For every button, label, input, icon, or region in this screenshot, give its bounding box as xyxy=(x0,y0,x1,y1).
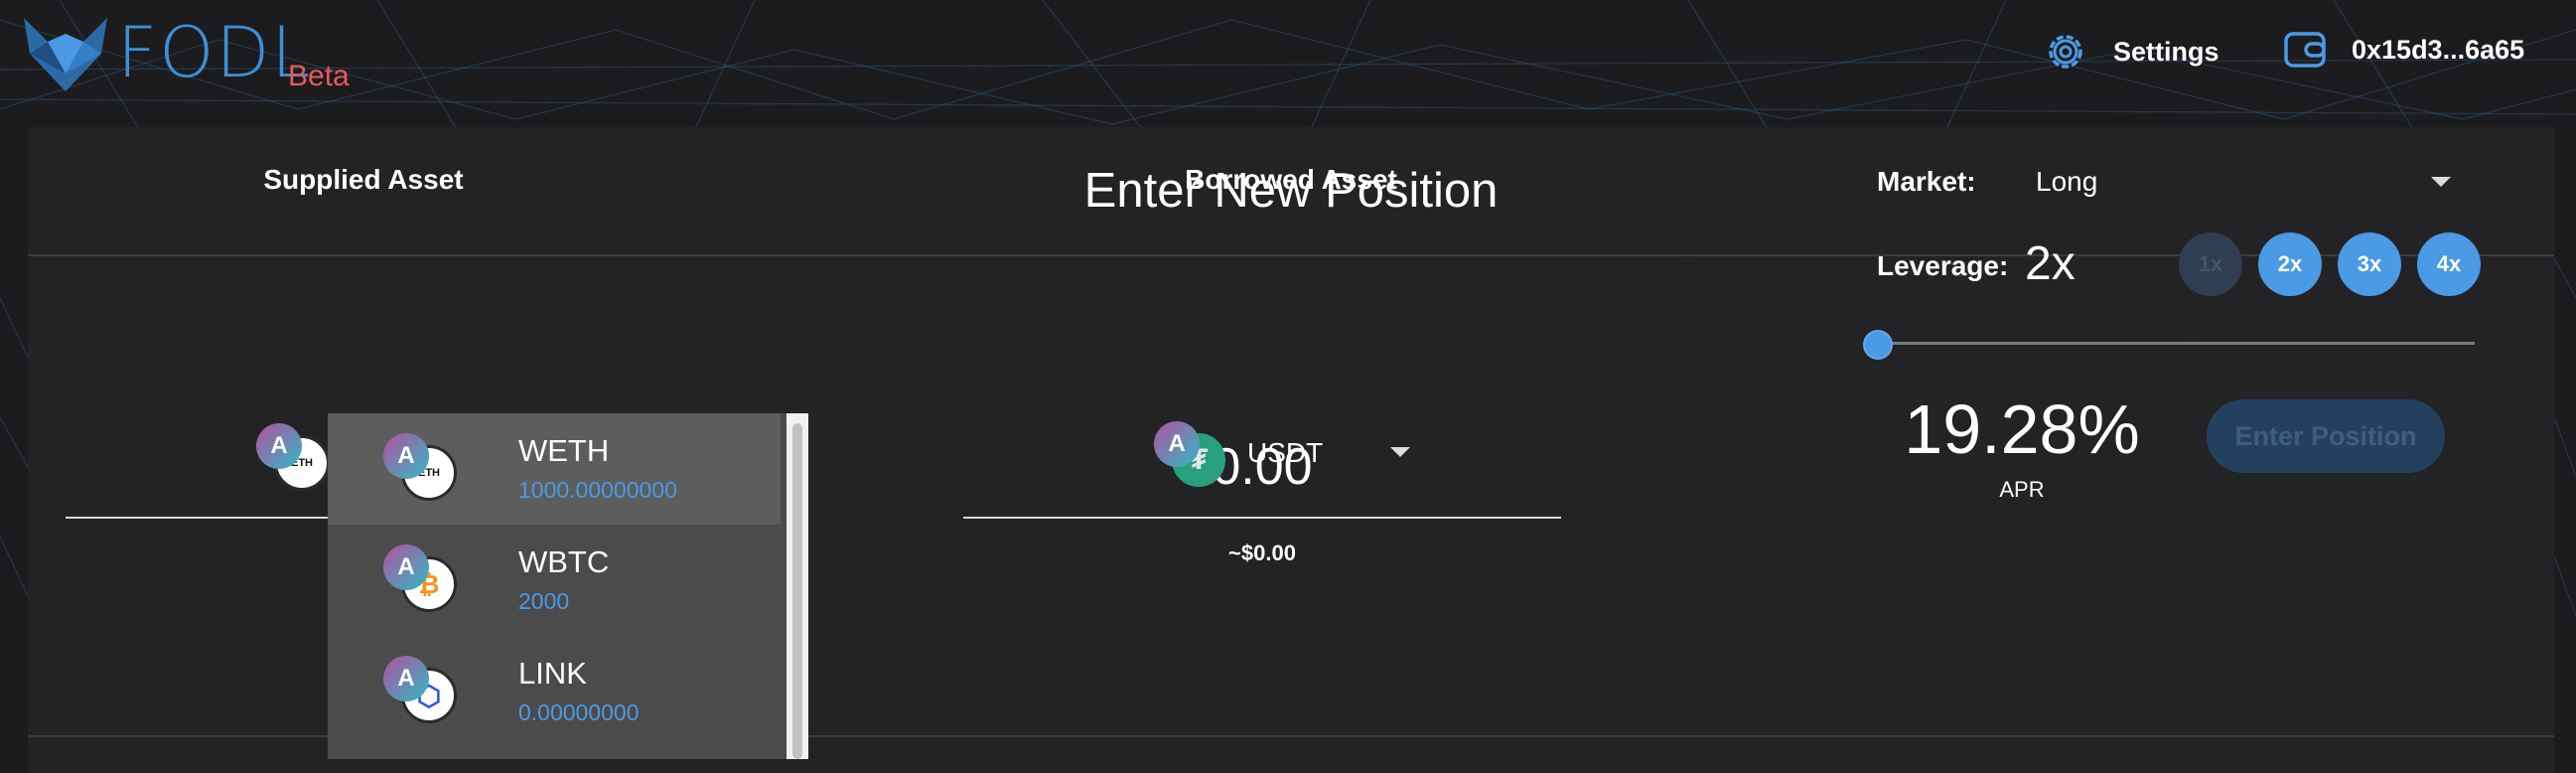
dropdown-item-name: WBTC xyxy=(518,544,610,579)
logo-wordmark: FODL xyxy=(117,12,313,93)
borrowed-amount-input[interactable]: 0.00 xyxy=(963,437,1561,497)
dropdown-item-name: LINK xyxy=(518,656,587,691)
link-coin-pair: A ⬡ xyxy=(383,656,463,725)
apr-label: APR xyxy=(1999,477,2045,502)
leverage-2x-button[interactable]: 2x xyxy=(2258,232,2322,296)
fodl-fox-logo xyxy=(24,18,107,91)
aave-icon: A xyxy=(383,656,429,701)
wallet-address: 0x15d3...6a65 xyxy=(2352,34,2525,65)
weth-coin-pair: A ETH xyxy=(383,433,463,503)
dropdown-item-balance: 1000.00000000 xyxy=(518,477,677,503)
dropdown-item-wbtc[interactable]: A ₿ WBTC 2000 xyxy=(328,525,781,636)
dropdown-scrollbar-thumb[interactable] xyxy=(792,423,802,759)
gear-icon xyxy=(2049,35,2082,69)
market-select[interactable]: Long xyxy=(2036,166,2097,198)
borrowed-asset-label: Borrowed Asset xyxy=(1185,164,1397,195)
supplied-asset-label: Supplied Asset xyxy=(263,164,464,195)
aave-icon: A xyxy=(383,544,429,590)
wallet-icon xyxy=(2284,32,2326,68)
aave-icon: A xyxy=(256,423,302,469)
supplied-asset-dropdown: A ETH WETH 1000.00000000 A ₿ WBTC 2000 A… xyxy=(328,413,808,759)
dropdown-item-weth[interactable]: A ETH WETH 1000.00000000 xyxy=(328,413,781,525)
chevron-down-icon[interactable] xyxy=(2431,177,2451,187)
settings-button[interactable]: Settings xyxy=(2042,28,2219,76)
borrowed-amount-underline xyxy=(963,517,1561,519)
wallet-button[interactable]: 0x15d3...6a65 xyxy=(2282,28,2524,72)
dropdown-item-balance: 2000 xyxy=(518,588,570,614)
leverage-label: Leverage: xyxy=(1877,250,2009,281)
leverage-slider-track[interactable] xyxy=(1877,342,2475,345)
leverage-slider-thumb[interactable] xyxy=(1863,330,1893,360)
wbtc-coin-pair: A ₿ xyxy=(383,544,463,614)
aave-icon: A xyxy=(1154,421,1200,467)
settings-label: Settings xyxy=(2113,36,2219,67)
beta-badge: Beta xyxy=(288,60,350,92)
supplied-amount-underline xyxy=(66,517,363,519)
supplied-asset-selector[interactable]: A ETH xyxy=(256,423,336,493)
leverage-4x-button[interactable]: 4x xyxy=(2417,232,2481,296)
dropdown-item-link[interactable]: A ⬡ LINK 0.00000000 xyxy=(328,636,781,747)
apr-value: 19.28% xyxy=(1904,390,2140,468)
borrowed-usd-value: ~$0.00 xyxy=(1228,541,1296,565)
aave-icon: A xyxy=(383,433,429,479)
enter-position-button[interactable]: Enter Position xyxy=(2207,399,2445,473)
dropdown-item-name: WETH xyxy=(518,433,610,468)
leverage-value: 2x xyxy=(2025,237,2075,290)
leverage-1x-button[interactable]: 1x xyxy=(2179,232,2242,296)
divider xyxy=(28,254,2554,256)
dropdown-item-balance: 0.00000000 xyxy=(518,699,640,725)
market-label: Market: xyxy=(1877,166,1976,197)
leverage-3x-button[interactable]: 3x xyxy=(2338,232,2401,296)
